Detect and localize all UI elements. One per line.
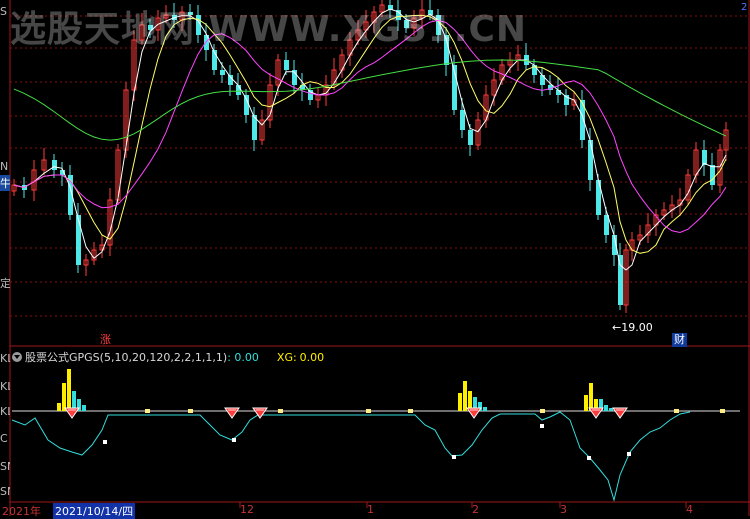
price-low-label: ←19.00 xyxy=(612,321,653,334)
signal-bar xyxy=(57,403,61,411)
axis-tick-1: 1 xyxy=(367,503,374,516)
ma20-line xyxy=(13,19,727,234)
indicator-point xyxy=(627,452,631,456)
candle-body-down xyxy=(220,70,225,75)
left-edge-label: S xyxy=(0,5,7,18)
axis-tick-12: 12 xyxy=(240,503,254,516)
left-edge-label: KL xyxy=(0,380,10,393)
finance-badge[interactable]: 财 xyxy=(672,333,687,347)
axis-tick-4: 4 xyxy=(686,503,693,516)
candle-body-down xyxy=(284,60,289,70)
signal-bar xyxy=(67,369,71,411)
candle-body-down xyxy=(52,160,57,170)
candle-body-down xyxy=(76,215,81,265)
left-edge-panel: SN牛定KLKLKLCSNSN xyxy=(0,0,10,516)
candle-body-down xyxy=(468,130,473,145)
signal-bar xyxy=(62,383,66,411)
ma10-line xyxy=(13,14,727,254)
indicator-title-bar: 股票公式GPGS(5,10,20,120,2,2,1,1,1): 0.00 XG:… xyxy=(12,349,324,364)
candle-body-down xyxy=(702,150,707,165)
candle-body-down xyxy=(588,140,593,180)
indicator-name: 股票公式GPGS(5,10,20,120,2,2,1,1,1) xyxy=(25,351,228,364)
signal-bar xyxy=(604,405,608,411)
signal-dot xyxy=(188,409,193,413)
xg-label: XG: xyxy=(276,351,297,364)
left-edge-label: C xyxy=(0,432,8,445)
signal-bar xyxy=(609,408,613,411)
indicator-point xyxy=(587,456,591,460)
indicator-point xyxy=(103,440,107,444)
left-edge-label: 牛 xyxy=(0,175,10,191)
signal-bar xyxy=(463,381,467,411)
signal-histogram xyxy=(12,369,740,413)
signal-bar xyxy=(584,395,588,411)
left-edge-label: 定 xyxy=(0,277,10,290)
top-right-tag: 2 xyxy=(741,2,748,13)
indicator-value: : 0.00 xyxy=(227,351,259,364)
chart-frame xyxy=(9,0,750,516)
signal-dot xyxy=(540,409,545,413)
left-edge-label: SN xyxy=(0,485,10,498)
indicator-point xyxy=(540,424,544,428)
price-grid xyxy=(10,15,750,317)
left-edge-label: KL xyxy=(0,405,10,418)
signal-dot xyxy=(278,409,283,413)
signal-dot xyxy=(366,409,371,413)
kline-chart-canvas[interactable] xyxy=(0,0,750,516)
signal-bar xyxy=(82,405,86,411)
axis-tick-3: 3 xyxy=(560,503,567,516)
indicator-point xyxy=(452,455,456,459)
axis-tick-2: 2 xyxy=(472,503,479,516)
signal-bar xyxy=(589,383,593,411)
indicator-point xyxy=(232,438,236,442)
candle-body-down xyxy=(460,110,465,130)
indicator-line xyxy=(11,411,691,502)
signal-dot xyxy=(720,409,725,413)
indicator-menu-icon[interactable] xyxy=(12,352,22,362)
axis-start-year: 2021年 xyxy=(2,505,41,518)
rise-badge: 涨 xyxy=(100,333,111,346)
candle-body-down xyxy=(244,95,249,115)
left-edge-label: N xyxy=(0,160,9,173)
candle-body-down xyxy=(540,75,545,85)
signal-dot xyxy=(145,409,150,413)
candle-body-down xyxy=(618,255,623,305)
signal-dot xyxy=(674,409,679,413)
site-watermark: 选股天地网 WWW.XG51.CN xyxy=(10,9,528,50)
candle-body-down xyxy=(710,165,715,185)
signal-dot xyxy=(408,409,413,413)
ma120-line xyxy=(13,59,727,141)
axis-cursor-date: 2021/10/14/四 xyxy=(53,503,136,519)
xg-value: 0.00 xyxy=(299,351,325,364)
left-edge-label: SN xyxy=(0,460,10,473)
signal-bar xyxy=(483,407,487,411)
left-edge-label: KL xyxy=(0,352,10,365)
signal-bar xyxy=(458,393,462,411)
